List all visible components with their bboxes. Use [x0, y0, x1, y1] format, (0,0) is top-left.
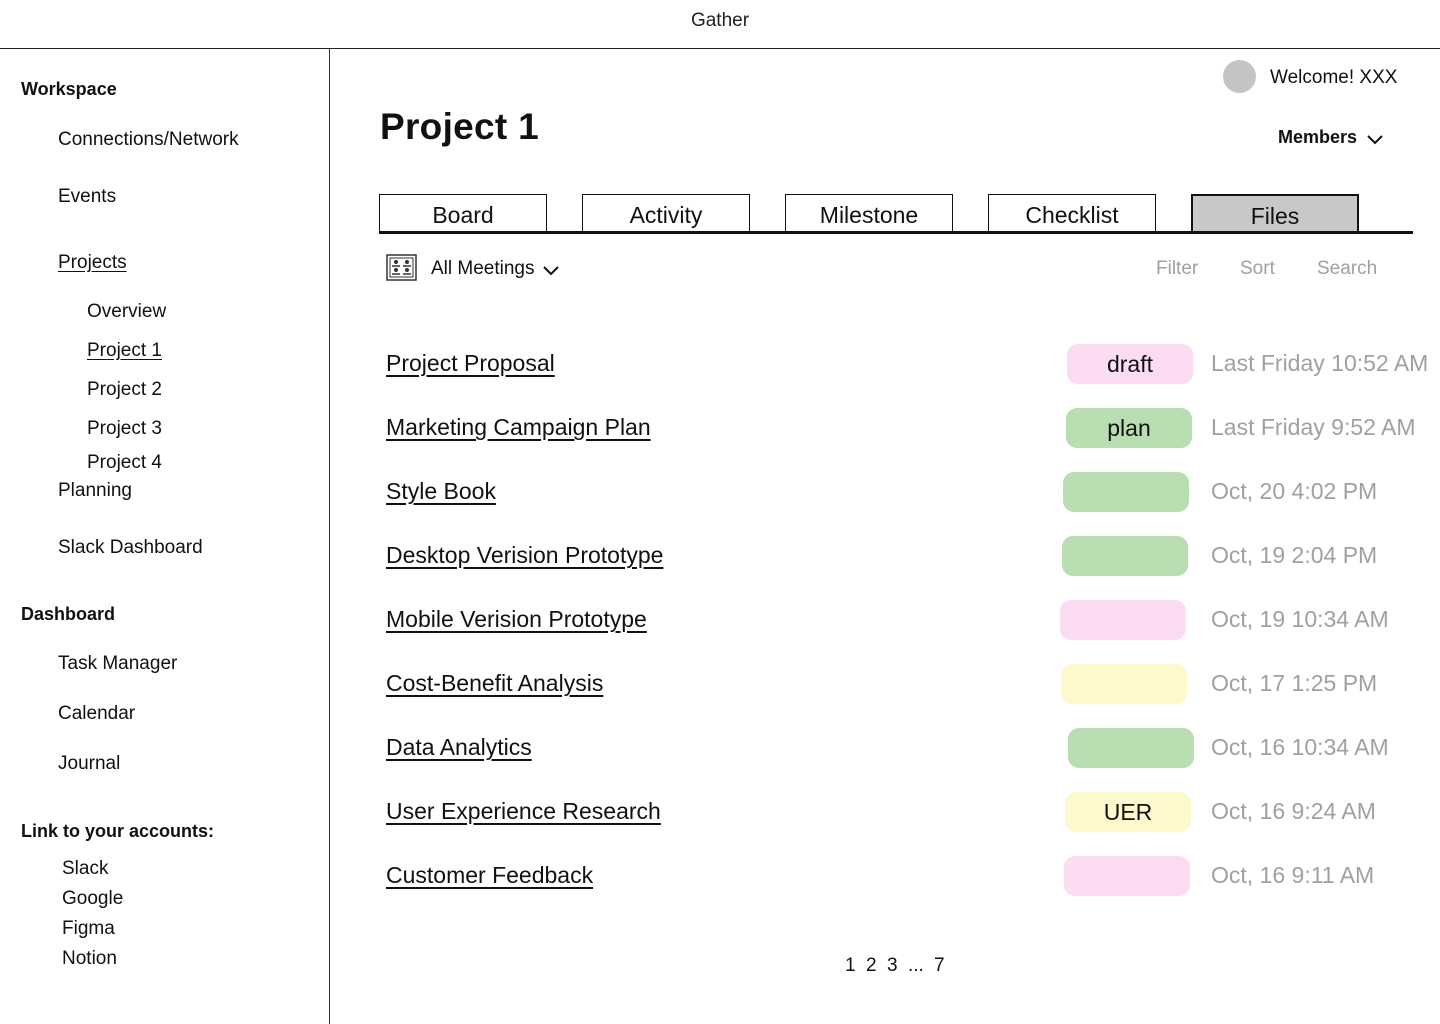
sidebar-item-events[interactable]: Events: [58, 186, 116, 208]
sidebar-item-slack-dashboard[interactable]: Slack Dashboard: [58, 537, 203, 559]
file-date: Oct, 19 10:34 AM: [1211, 606, 1389, 632]
file-name-link[interactable]: Mobile Verision Prototype: [386, 606, 647, 633]
members-dropdown[interactable]: Members: [1278, 127, 1383, 148]
file-date: Oct, 20 4:02 PM: [1211, 478, 1378, 504]
status-badge: [1062, 536, 1188, 576]
sidebar-heading-accounts: Link to your accounts:: [21, 821, 215, 841]
tab-board[interactable]: Board: [379, 194, 547, 232]
sidebar-item-overview[interactable]: Overview: [87, 301, 166, 323]
file-name-link[interactable]: Customer Feedback: [386, 862, 593, 889]
members-label: Members: [1278, 127, 1358, 147]
status-badge: draft: [1067, 344, 1193, 384]
page-title: Project 1: [380, 106, 539, 147]
top-bar: Gather: [0, 0, 1440, 49]
chevron-down-icon: [542, 265, 559, 275]
meeting-icon: [386, 254, 417, 281]
welcome-text: Welcome! XXX: [1270, 67, 1398, 88]
sidebar-heading-workspace: Workspace: [21, 79, 117, 99]
account-link-figma[interactable]: Figma: [62, 918, 115, 940]
sidebar-heading-dashboard: Dashboard: [21, 604, 116, 624]
file-name-link[interactable]: Desktop Verision Prototype: [386, 542, 663, 569]
app-title: Gather: [690, 10, 750, 31]
sidebar-item-project-2[interactable]: Project 2: [87, 379, 162, 401]
sidebar: Workspace Connections/Network Events Pro…: [0, 49, 330, 1024]
chevron-down-icon: [1367, 134, 1383, 144]
sidebar-item-project-3[interactable]: Project 3: [87, 418, 162, 440]
status-badge: [1061, 664, 1187, 704]
status-badge: [1063, 472, 1189, 512]
file-date: Oct, 16 9:11 AM: [1211, 862, 1375, 888]
sidebar-item-journal[interactable]: Journal: [58, 753, 120, 775]
sidebar-item-task-manager[interactable]: Task Manager: [58, 653, 177, 675]
tabs-underline: [379, 231, 1413, 234]
status-badge: [1060, 600, 1186, 640]
account-link-slack[interactable]: Slack: [62, 858, 108, 880]
file-name-link[interactable]: Data Analytics: [386, 734, 532, 761]
file-name-link[interactable]: User Experience Research: [386, 798, 661, 825]
account-link-notion[interactable]: Notion: [62, 948, 117, 970]
sort-button[interactable]: Sort: [1240, 258, 1275, 280]
file-date: Oct, 16 9:24 AM: [1211, 798, 1376, 824]
page-2-link[interactable]: 2: [866, 955, 877, 977]
file-name-link[interactable]: Marketing Campaign Plan: [386, 414, 651, 441]
tab-activity[interactable]: Activity: [582, 194, 750, 232]
filter-button[interactable]: Filter: [1156, 258, 1198, 280]
page-ellipsis: ...: [908, 955, 924, 976]
status-badge: [1068, 728, 1194, 768]
tab-checklist[interactable]: Checklist: [988, 194, 1156, 232]
page-1-link[interactable]: 1: [845, 955, 856, 977]
tab-files[interactable]: Files: [1191, 194, 1359, 232]
file-date: Last Friday 10:52 AM: [1211, 350, 1429, 376]
status-badge: plan: [1066, 408, 1192, 448]
file-date: Oct, 19 2:04 PM: [1211, 542, 1378, 568]
file-date: Last Friday 9:52 AM: [1211, 414, 1416, 440]
sidebar-item-calendar[interactable]: Calendar: [58, 703, 135, 725]
file-date: Oct, 16 10:34 AM: [1211, 734, 1389, 760]
tab-milestone[interactable]: Milestone: [785, 194, 953, 232]
file-name-link[interactable]: Project Proposal: [386, 350, 555, 377]
sidebar-item-projects[interactable]: Projects: [58, 252, 127, 274]
status-badge: [1064, 856, 1190, 896]
meetings-filter-dropdown[interactable]: All Meetings: [431, 258, 559, 280]
file-name-link[interactable]: Cost-Benefit Analysis: [386, 670, 603, 697]
page-7-link[interactable]: 7: [934, 955, 945, 977]
file-date: Oct, 17 1:25 PM: [1211, 670, 1378, 696]
account-link-google[interactable]: Google: [62, 888, 123, 910]
sidebar-item-planning[interactable]: Planning: [58, 480, 132, 502]
meetings-filter-label: All Meetings: [431, 258, 535, 279]
page-3-link[interactable]: 3: [887, 955, 898, 977]
sidebar-item-connections[interactable]: Connections/Network: [58, 129, 239, 151]
search-button[interactable]: Search: [1317, 258, 1377, 280]
sidebar-item-project-4[interactable]: Project 4: [87, 452, 162, 474]
status-badge: UER: [1065, 792, 1191, 832]
avatar[interactable]: [1223, 60, 1256, 93]
file-name-link[interactable]: Style Book: [386, 478, 496, 505]
sidebar-item-project-1[interactable]: Project 1: [87, 340, 162, 362]
